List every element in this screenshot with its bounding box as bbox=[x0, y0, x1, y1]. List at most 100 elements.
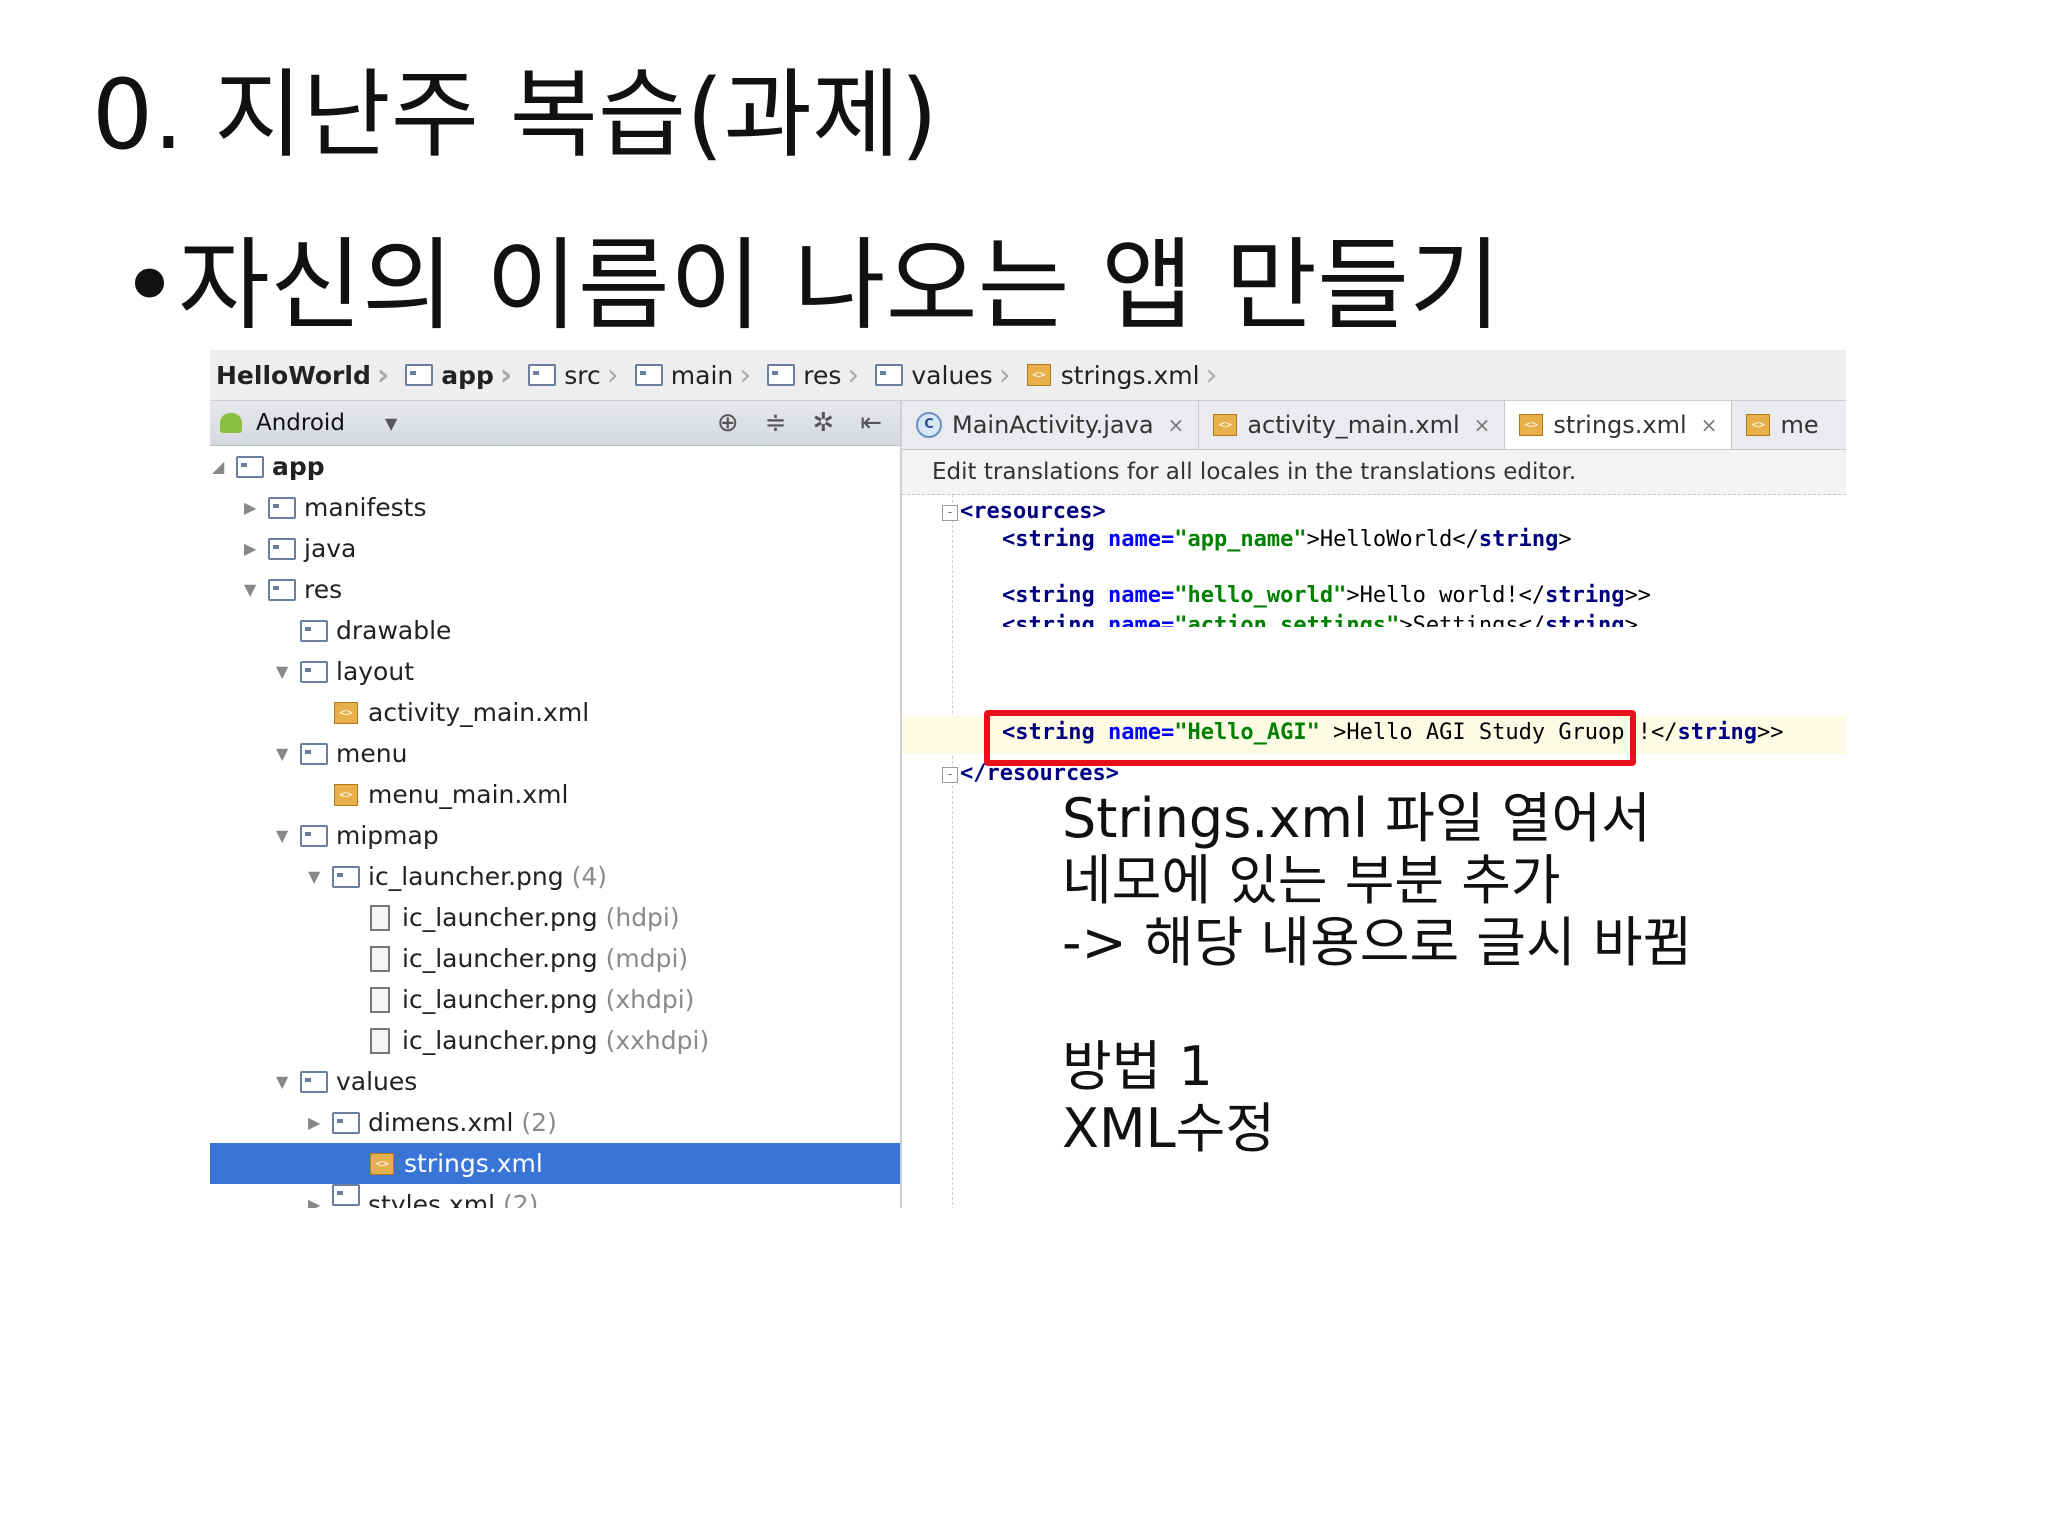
folder-icon bbox=[300, 1070, 328, 1093]
tree-item-res[interactable]: ▼ res bbox=[210, 569, 900, 610]
xml-file-icon: <> bbox=[334, 783, 358, 806]
target-icon[interactable]: ⊕ bbox=[717, 408, 739, 438]
triangle-down-icon: ◢ bbox=[212, 457, 225, 476]
hide-panel-icon[interactable]: ⇤ bbox=[860, 408, 882, 438]
triangle-down-icon: ▼ bbox=[276, 1072, 289, 1091]
folder-icon bbox=[268, 496, 296, 519]
xml-file-icon: <> bbox=[334, 701, 358, 724]
folder-icon bbox=[875, 364, 904, 386]
folder-icon bbox=[300, 742, 328, 765]
annotation-line: 방법 1 bbox=[1062, 1035, 1213, 1098]
code-line-resources-close: </resources> bbox=[960, 761, 1119, 786]
tree-item-drawable[interactable]: drawable bbox=[210, 610, 900, 651]
xml-file-icon: <> bbox=[370, 1152, 394, 1175]
breadcrumb-item-app[interactable]: app › bbox=[399, 350, 522, 400]
red-highlight-box bbox=[984, 710, 1636, 766]
android-icon bbox=[220, 413, 242, 433]
breadcrumb-item-values[interactable]: values › bbox=[869, 350, 1020, 400]
xml-file-icon: <> bbox=[1519, 414, 1544, 436]
folder-icon bbox=[332, 865, 360, 888]
project-pane: Android ▼ ⊕ ≑ ✲ ⇤ ◢ app ▶ manifests ▶ java … bbox=[210, 401, 902, 1208]
tree-item-ic-launcher-xhdpi[interactable]: ic_launcher.png (xhdpi) bbox=[210, 979, 900, 1020]
slide-title: 0. 지난주 복습(과제) bbox=[92, 59, 938, 171]
project-view-dropdown[interactable]: Android ▼ bbox=[210, 410, 420, 436]
tree-item-java[interactable]: ▶ java bbox=[210, 528, 900, 569]
annotation-line: -> 해당 내용으로 글시 바뀜 bbox=[1062, 911, 1693, 974]
breadcrumb-item-res[interactable]: res › bbox=[761, 350, 869, 400]
tree-item-ic-launcher-group[interactable]: ▼ ic_launcher.png (4) bbox=[210, 856, 900, 897]
tree-item-app[interactable]: ◢ app bbox=[210, 446, 900, 487]
breadcrumb-item-helloworld[interactable]: HelloWorld › bbox=[210, 350, 399, 400]
breadcrumb-item-main[interactable]: main › bbox=[629, 350, 761, 400]
triangle-down-icon: ▼ bbox=[276, 744, 289, 763]
tab-strings[interactable]: <> strings.xml × bbox=[1505, 401, 1733, 449]
tree-item-strings[interactable]: <> strings.xml bbox=[210, 1143, 900, 1184]
res-folder-icon bbox=[268, 578, 296, 601]
code-line-hello-world: <string name="hello_world">Hello world!<… bbox=[1002, 583, 1652, 608]
module-folder-icon bbox=[236, 455, 264, 478]
tree-item-ic-launcher-hdpi[interactable]: ic_launcher.png (hdpi) bbox=[210, 897, 900, 938]
code-line-action-settings: <string name="action_settings">Settings<… bbox=[1002, 613, 1638, 627]
tree-item-layout[interactable]: ▼ layout bbox=[210, 651, 900, 692]
translations-notice[interactable]: Edit translations for all locales in the… bbox=[902, 450, 1846, 495]
tree-item-values[interactable]: ▼ values bbox=[210, 1061, 900, 1102]
folder-icon bbox=[332, 1111, 360, 1134]
tree-item-menu[interactable]: ▼ menu bbox=[210, 733, 900, 774]
folder-icon bbox=[332, 1184, 360, 1206]
tree-item-ic-launcher-mdpi[interactable]: ic_launcher.png (mdpi) bbox=[210, 938, 900, 979]
tab-mainactivity[interactable]: C MainActivity.java × bbox=[902, 401, 1200, 449]
tree-item-styles[interactable]: ▶ styles.xml (2) bbox=[210, 1184, 900, 1208]
module-folder-icon bbox=[405, 364, 434, 386]
breadcrumb-item-src[interactable]: src › bbox=[522, 350, 629, 400]
collapse-icon[interactable]: ≑ bbox=[765, 408, 787, 438]
fold-icon[interactable]: - bbox=[942, 767, 958, 783]
tab-menu-main[interactable]: <> me bbox=[1732, 401, 1832, 449]
tree-item-mipmap[interactable]: ▼ mipmap bbox=[210, 815, 900, 856]
annotation-line: XML수정 bbox=[1062, 1097, 1276, 1160]
folder-icon bbox=[300, 660, 328, 683]
tree-item-activity-main[interactable]: <> activity_main.xml bbox=[210, 692, 900, 733]
triangle-down-icon: ▼ bbox=[244, 580, 257, 599]
tree-item-menu-main[interactable]: <> menu_main.xml bbox=[210, 774, 900, 815]
bullet-text: 자신의 이름이 나오는 앱 만들기 bbox=[178, 227, 1502, 344]
close-icon[interactable]: × bbox=[1168, 413, 1185, 437]
editor-tabs: C MainActivity.java × <> activity_main.xml ×… bbox=[902, 401, 1846, 450]
png-file-icon bbox=[370, 945, 390, 972]
png-file-icon bbox=[370, 986, 390, 1013]
bullet-dot: • bbox=[120, 227, 179, 344]
breadcrumb: HelloWorld › app › src › main › res › values ›… bbox=[210, 350, 1846, 401]
tree-item-ic-launcher-xxhdpi[interactable]: ic_launcher.png (xxhdpi) bbox=[210, 1020, 900, 1061]
folder-icon bbox=[300, 824, 328, 847]
annotation-text: Strings.xml 파일 열어서 네모에 있는 부분 추가 -> 해당 내용… bbox=[1062, 788, 1692, 1160]
tree-item-dimens[interactable]: ▶ dimens.xml (2) bbox=[210, 1102, 900, 1143]
triangle-right-icon: ▶ bbox=[308, 1195, 321, 1208]
xml-file-icon: <> bbox=[1746, 414, 1771, 436]
folder-icon bbox=[528, 364, 557, 386]
png-file-icon bbox=[370, 1027, 390, 1054]
close-icon[interactable]: × bbox=[1701, 413, 1718, 437]
breadcrumb-item-strings[interactable]: <> strings.xml › bbox=[1021, 350, 1228, 400]
folder-icon bbox=[268, 537, 296, 560]
gear-icon[interactable]: ✲ bbox=[812, 408, 834, 438]
code-line-app-name: <string name="app_name">HelloWorld</stri… bbox=[1002, 527, 1572, 552]
project-toolbar: Android ▼ ⊕ ≑ ✲ ⇤ bbox=[210, 401, 900, 446]
project-tree: ◢ app ▶ manifests ▶ java ▼ res drawable ▼ lay… bbox=[210, 446, 900, 1208]
xml-file-icon: <> bbox=[1026, 364, 1051, 386]
code-line-resources-open: <resources> bbox=[960, 499, 1106, 524]
triangle-down-icon: ▼ bbox=[276, 826, 289, 845]
xml-file-icon: <> bbox=[1213, 414, 1238, 436]
triangle-right-icon: ▶ bbox=[244, 498, 257, 517]
triangle-down-icon: ▼ bbox=[308, 867, 321, 886]
annotation-line bbox=[1062, 974, 1692, 1036]
close-icon[interactable]: × bbox=[1474, 413, 1491, 437]
tree-item-manifests[interactable]: ▶ manifests bbox=[210, 487, 900, 528]
annotation-line: Strings.xml 파일 열어서 bbox=[1062, 787, 1651, 850]
res-folder-icon bbox=[767, 364, 796, 386]
fold-icon[interactable]: - bbox=[942, 505, 958, 521]
tab-activity-main[interactable]: <> activity_main.xml × bbox=[1199, 401, 1506, 449]
folder-icon bbox=[634, 364, 663, 386]
png-file-icon bbox=[370, 904, 390, 931]
folder-icon bbox=[300, 619, 328, 642]
java-class-icon: C bbox=[916, 412, 942, 438]
annotation-line: 네모에 있는 부분 추가 bbox=[1062, 849, 1561, 912]
